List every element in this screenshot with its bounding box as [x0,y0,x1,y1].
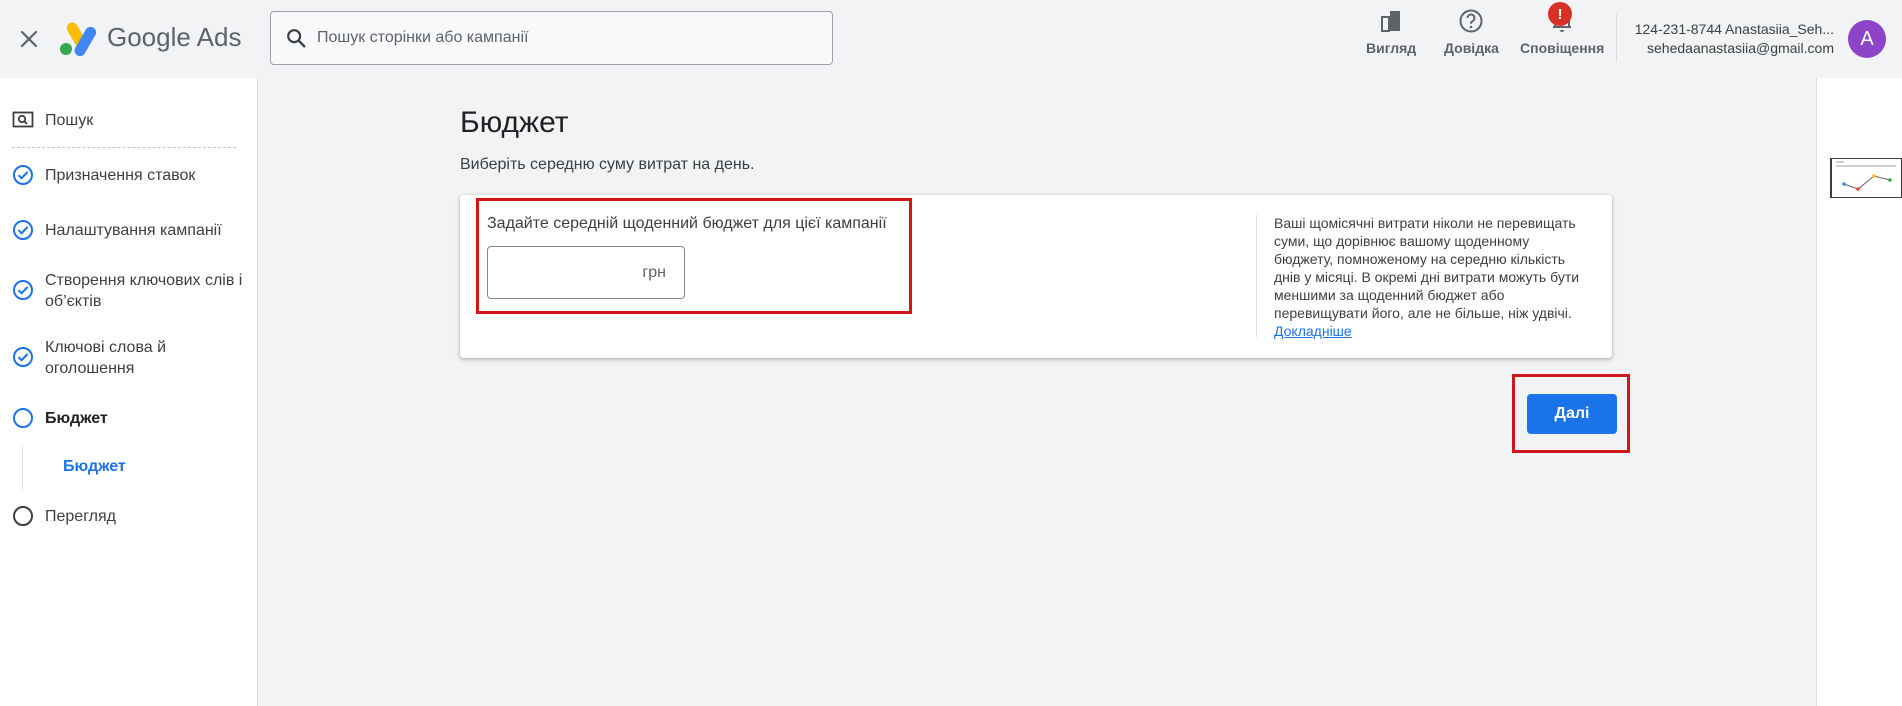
account-email: sehedaanastasiia@gmail.com [1647,40,1834,56]
close-icon[interactable] [14,24,44,54]
sidebar-item-label: Бюджет [45,410,108,427]
check-circle-icon [13,165,33,185]
brand-ads: Ads [196,22,242,52]
sidebar-item-budget[interactable]: Бюджет [12,408,245,429]
page-subtitle: Виберіть середню суму витрат на день. [460,156,755,173]
sidebar-item-label: Ключові слова й оголошення [45,339,167,377]
check-circle-icon [13,280,33,300]
search-icon [287,29,306,48]
budget-help-text: Ваші щомісячні витрати ніколи не перевищ… [1274,214,1584,340]
notification-badge: ! [1548,2,1572,26]
account-info[interactable]: 124-231-8744 Anastasiia_Seh... sehedaana… [1635,20,1834,58]
card-divider [1256,215,1257,337]
sidebar-item-label: Призначення ставок [45,167,196,184]
next-button[interactable]: Далі [1527,394,1617,434]
sidebar-subline [22,446,23,490]
top-header: Google Ads Вигляд Довідка ! Сповіщення 1… [0,0,1902,78]
brand-google: Google [107,22,191,52]
sidebar-item-label: Створення ключових слів і об’єктів [45,272,243,310]
learn-more-link[interactable]: Докладніше [1274,323,1352,339]
search-bar[interactable] [270,11,833,65]
view-icon [1381,11,1401,32]
header-divider [1616,14,1617,62]
circle-active-icon [13,408,33,428]
sidebar-item-keywords-ads[interactable]: Ключові слова й оголошення [12,337,245,379]
help-button[interactable]: Довідка [1444,8,1499,68]
budget-help-body: Ваші щомісячні витрати ніколи не перевищ… [1274,215,1580,321]
view-button-label: Вигляд [1366,40,1417,56]
chart-thumbnail-icon[interactable] [1830,158,1902,198]
sidebar-item-campaign-settings[interactable]: Налаштування кампанії [12,220,245,241]
search-input[interactable] [317,29,797,47]
account-id-name: 124-231-8744 Anastasiia_Seh... [1634,21,1834,37]
right-panel [1816,78,1902,706]
help-icon [1459,9,1483,33]
sidebar-item-search[interactable]: Пошук [12,110,245,131]
sidebar-item-bidding[interactable]: Призначення ставок [12,165,245,186]
notifications-button-label: Сповіщення [1520,40,1605,56]
sidebar-item-keywords-assets[interactable]: Створення ключових слів і об’єктів [12,270,245,312]
avatar[interactable]: A [1848,20,1886,58]
search-campaign-icon [12,111,34,128]
highlight-budget-field [476,198,912,314]
sidebar-item-label: Перегляд [45,508,117,525]
view-button[interactable]: Вигляд [1366,8,1416,68]
check-circle-icon [13,347,33,367]
help-button-label: Довідка [1444,40,1499,56]
sidebar-subitem-budget[interactable]: Бюджет [63,458,126,476]
sidebar-item-label: Пошук [45,112,94,129]
google-ads-logo-icon [60,22,97,56]
sidebar-item-label: Налаштування кампанії [45,222,222,239]
check-circle-icon [13,220,33,240]
sidebar-item-review[interactable]: Перегляд [12,506,245,527]
notifications-button[interactable]: ! Сповіщення [1520,2,1605,68]
sidebar-steps: Пошук Призначення ставок Налаштування ка… [0,78,258,706]
circle-icon [13,506,33,526]
sidebar-separator [12,147,236,148]
brand-name: Google Ads [107,22,241,53]
page-title: Бюджет [460,106,569,139]
